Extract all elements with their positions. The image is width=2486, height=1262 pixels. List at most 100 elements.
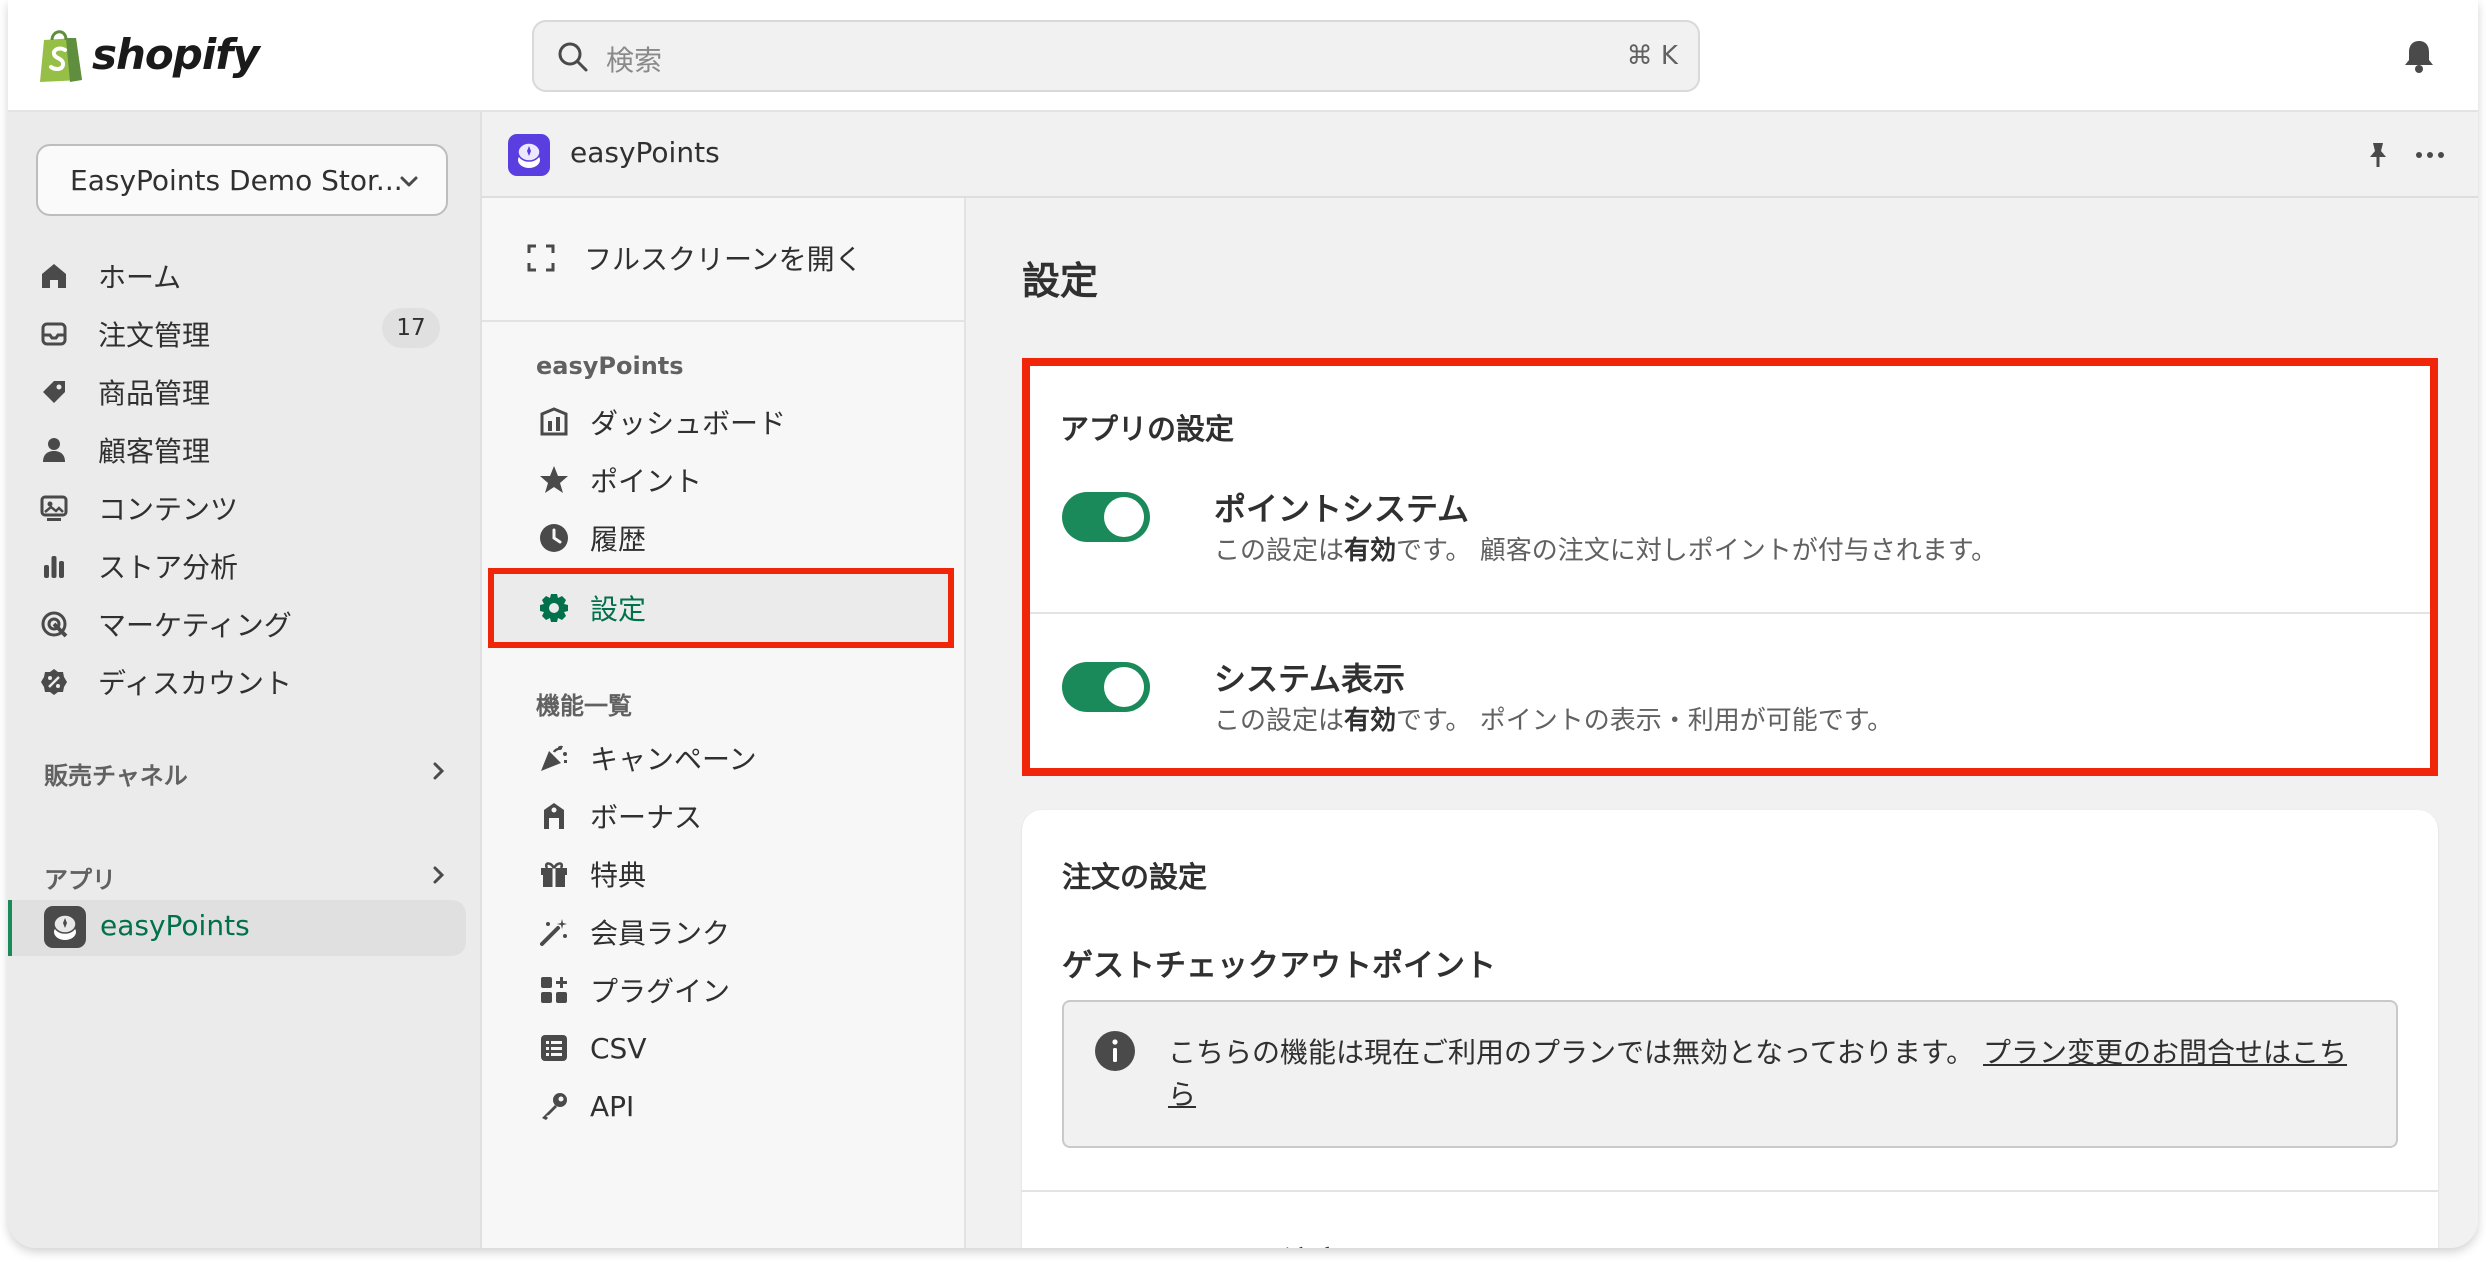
guest-checkout-title: ゲストチェックアウトポイント	[1062, 948, 1496, 984]
order-settings-card: 注文の設定 ゲストチェックアウトポイント こちらの機能は現在ご利用のプランでは無…	[1022, 810, 2438, 1248]
app-nav-item-points[interactable]: ポイント	[536, 454, 956, 506]
system-display-toggle[interactable]	[1062, 662, 1150, 712]
desc-status: 有効	[1344, 536, 1397, 566]
chevron-right-icon	[433, 866, 445, 884]
top-bar: shopify 検索 ⌘ K	[8, 0, 2478, 112]
content-icon	[36, 490, 72, 526]
store-selector[interactable]: EasyPoints Demo Stor...	[36, 144, 448, 216]
apps-icon	[536, 972, 572, 1008]
chevron-right-icon	[433, 762, 445, 780]
app-nav-label: API	[590, 1089, 635, 1123]
target-icon	[36, 606, 72, 642]
discount-icon	[36, 664, 72, 700]
setting-title: システム表示	[1214, 660, 1406, 698]
sidebar: EasyPoints Demo Stor... ホーム 注文管理 17 商品管理	[8, 112, 482, 1248]
shopify-logo[interactable]: shopify	[36, 24, 260, 84]
dashboard-icon	[536, 404, 572, 440]
sidebar-item-label: 顧客管理	[98, 435, 211, 468]
app-nav-label: 会員ランク	[590, 917, 731, 950]
group-label-easypoints: easyPoints	[536, 352, 684, 380]
group-label-features: 機能一覧	[536, 692, 632, 720]
app-nav-label: プラグイン	[590, 975, 731, 1008]
app-nav-item-bonus[interactable]: ボーナス	[536, 790, 956, 842]
key-icon	[536, 1088, 572, 1124]
desc-suffix: です。 顧客の注文に対しポイントが付与されます。	[1396, 536, 1998, 566]
sidebar-item-label: ホーム	[98, 261, 182, 294]
sidebar-item-marketing[interactable]: マーケティング	[36, 598, 476, 650]
desc-prefix: この設定は	[1214, 706, 1345, 736]
setting-description: この設定は有効です。 顧客の注文に対しポイントが付与されます。	[1214, 530, 1997, 567]
pos-orders-title: POS注文	[1214, 1238, 1343, 1248]
desc-prefix: この設定は	[1214, 536, 1345, 566]
app-nav-label: 履歴	[590, 523, 647, 556]
tag-icon	[36, 374, 72, 410]
list-icon	[536, 1030, 572, 1066]
search-shortcut: ⌘ K	[1626, 41, 1678, 71]
app-nav-item-dashboard[interactable]: ダッシュボード	[536, 396, 956, 448]
app-title: easyPoints	[570, 136, 720, 169]
open-fullscreen-button[interactable]: フルスクリーンを開く	[526, 238, 863, 278]
easypoints-app-icon	[44, 906, 86, 948]
app-nav-label: ボーナス	[590, 801, 703, 834]
app-nav-label: 特典	[590, 859, 647, 892]
info-banner: こちらの機能は現在ご利用のプランでは無効となっております。 プラン変更のお問合せ…	[1062, 1000, 2398, 1148]
app-nav-item-member-rank[interactable]: 会員ランク	[536, 906, 956, 958]
app-nav-item-campaign[interactable]: キャンペーン	[536, 732, 956, 784]
chevron-down-icon	[400, 176, 418, 187]
person-icon	[36, 432, 72, 468]
divider	[1030, 612, 2430, 614]
divider	[482, 320, 966, 322]
app-nav-label: ダッシュボード	[590, 407, 787, 440]
sidebar-item-label: ストア分析	[98, 551, 239, 584]
settings-page: 設定 アプリの設定 ポイントシステム この設定は有効です。 顧客の注文に対しポイ…	[966, 198, 2478, 1248]
pin-icon[interactable]	[2364, 140, 2392, 170]
bar-chart-icon	[36, 548, 72, 584]
bonus-tag-icon	[536, 798, 572, 834]
banner-text: こちらの機能は現在ご利用のプランでは無効となっております。 プラン変更のお問合せ…	[1168, 1032, 2368, 1116]
desc-status: 有効	[1344, 706, 1397, 736]
sidebar-item-content[interactable]: コンテンツ	[36, 482, 476, 534]
sidebar-item-discounts[interactable]: ディスカウント	[36, 656, 476, 708]
app-nav-item-api[interactable]: API	[536, 1080, 956, 1132]
app-nav-item-csv[interactable]: CSV	[536, 1022, 956, 1074]
more-horizontal-icon[interactable]	[2414, 140, 2446, 170]
card-title: 注文の設定	[1062, 860, 1208, 894]
toggle-knob	[1104, 667, 1144, 707]
app-nav-label: キャンペーン	[590, 743, 757, 776]
easypoints-app-icon	[508, 134, 550, 176]
app-window: shopify 検索 ⌘ K EasyPoints Demo Stor... ホ…	[8, 0, 2478, 1248]
apps-section[interactable]: アプリ	[44, 856, 448, 896]
point-system-toggle[interactable]	[1062, 492, 1150, 542]
card-title: アプリの設定	[1060, 412, 1235, 446]
sidebar-item-label: 注文管理	[98, 319, 211, 352]
inbox-icon	[36, 316, 72, 352]
sidebar-item-customers[interactable]: 顧客管理	[36, 424, 476, 476]
app-nav-item-settings[interactable]: 設定	[536, 582, 936, 634]
sidebar-item-easypoints[interactable]: easyPoints	[8, 900, 466, 956]
app-nav-item-rewards[interactable]: 特典	[536, 848, 956, 900]
party-icon	[536, 740, 572, 776]
sales-channels-section[interactable]: 販売チャネル	[44, 752, 448, 792]
magic-wand-icon	[536, 914, 572, 950]
divider	[1022, 1190, 2438, 1192]
active-indicator	[8, 900, 12, 956]
app-navigation: フルスクリーンを開く easyPoints ダッシュボード ポイント 履歴 設定…	[482, 198, 966, 1248]
sidebar-item-home[interactable]: ホーム	[36, 250, 476, 302]
sidebar-item-products[interactable]: 商品管理	[36, 366, 476, 418]
app-nav-item-history[interactable]: 履歴	[536, 512, 956, 564]
app-nav-item-plugins[interactable]: プラグイン	[536, 964, 956, 1016]
toggle-knob	[1104, 497, 1144, 537]
star-icon	[536, 462, 572, 498]
sidebar-item-analytics[interactable]: ストア分析	[36, 540, 476, 592]
bell-icon[interactable]	[2402, 38, 2436, 74]
banner-message: こちらの機能は現在ご利用のプランでは無効となっております。	[1168, 1036, 1984, 1069]
sidebar-item-label: 商品管理	[98, 377, 211, 410]
search-input[interactable]: 検索 ⌘ K	[532, 20, 1700, 92]
gift-icon	[536, 856, 572, 892]
settings-label: 設定	[590, 593, 647, 626]
page-title: 設定	[1022, 259, 1099, 303]
search-placeholder: 検索	[606, 44, 663, 77]
app-header: easyPoints	[482, 112, 2478, 198]
setting-description: この設定は有効です。 ポイントの表示・利用が可能です。	[1214, 700, 1893, 737]
store-name: EasyPoints Demo Stor...	[70, 164, 403, 197]
